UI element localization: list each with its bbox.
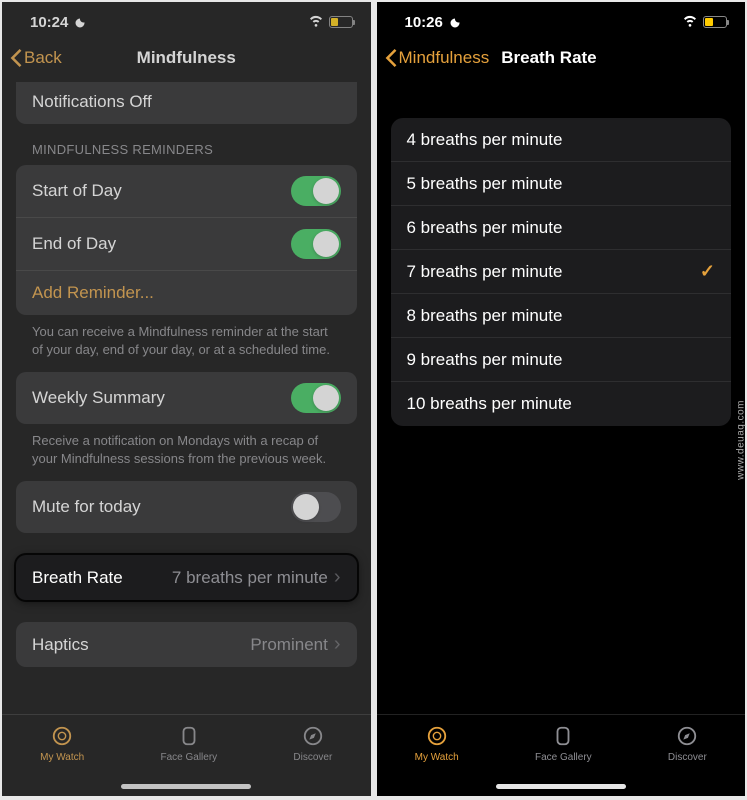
notifications-off-cell[interactable]: Notifications Off <box>16 82 357 124</box>
face-gallery-icon <box>178 723 200 749</box>
breath-rate-value: 7 breaths per minute <box>172 568 328 588</box>
breath-rate-option[interactable]: 5 breaths per minute <box>391 162 732 206</box>
breath-rate-option[interactable]: 10 breaths per minute <box>391 382 732 426</box>
compass-icon <box>676 723 698 749</box>
home-indicator[interactable] <box>496 784 626 789</box>
haptics-row[interactable]: Haptics Prominent › <box>16 622 357 667</box>
option-label: 5 breaths per minute <box>407 174 563 194</box>
breath-rate-option[interactable]: 6 breaths per minute <box>391 206 732 250</box>
weekly-summary-label: Weekly Summary <box>32 388 165 408</box>
reminders-footer: You can receive a Mindfulness reminder a… <box>16 315 357 364</box>
end-of-day-toggle[interactable] <box>291 229 341 259</box>
status-bar: 10:26 <box>377 2 746 38</box>
tab-face-gallery[interactable]: Face Gallery <box>535 723 592 763</box>
back-button[interactable]: Mindfulness <box>385 48 490 68</box>
tab-discover[interactable]: Discover <box>668 723 707 763</box>
weekly-footer: Receive a notification on Mondays with a… <box>16 424 357 473</box>
tab-label: Discover <box>293 752 332 763</box>
breath-rate-option[interactable]: 9 breaths per minute <box>391 338 732 382</box>
reminders-header: MINDFULNESS REMINDERS <box>16 124 357 165</box>
tab-label: Discover <box>668 752 707 763</box>
breath-rate-group: Breath Rate 7 breaths per minute › <box>16 555 357 600</box>
tab-my-watch[interactable]: My Watch <box>415 723 459 763</box>
content-scroll[interactable]: 4 breaths per minute 5 breaths per minute… <box>377 82 746 736</box>
compass-icon <box>302 723 324 749</box>
option-label: 4 breaths per minute <box>407 130 563 150</box>
breath-rate-row[interactable]: Breath Rate 7 breaths per minute › <box>16 555 357 600</box>
weekly-group: Weekly Summary <box>16 372 357 424</box>
breath-rate-option[interactable]: 4 breaths per minute <box>391 118 732 162</box>
nav-bar: Mindfulness Breath Rate <box>377 38 746 82</box>
haptics-group: Haptics Prominent › <box>16 622 357 667</box>
mute-today-toggle[interactable] <box>291 492 341 522</box>
start-of-day-label: Start of Day <box>32 181 122 201</box>
face-gallery-icon <box>552 723 574 749</box>
add-reminder-label: Add Reminder... <box>32 283 154 303</box>
add-reminder-row[interactable]: Add Reminder... <box>16 271 357 315</box>
do-not-disturb-icon <box>449 16 461 28</box>
watermark: www.deuaq.com <box>736 400 747 480</box>
option-label: 9 breaths per minute <box>407 350 563 370</box>
tab-face-gallery[interactable]: Face Gallery <box>160 723 217 763</box>
screenshot-mindfulness-settings: 10:24 Back Mindfulness Notifications Off… <box>2 2 371 796</box>
chevron-right-icon: › <box>334 633 341 656</box>
home-indicator[interactable] <box>121 784 251 789</box>
back-label: Back <box>24 48 62 68</box>
mute-group: Mute for today <box>16 481 357 533</box>
back-label: Mindfulness <box>399 48 490 68</box>
battery-icon <box>703 16 727 28</box>
option-label: 6 breaths per minute <box>407 218 563 238</box>
tab-label: My Watch <box>415 752 459 763</box>
status-time: 10:26 <box>405 14 443 31</box>
status-bar: 10:24 <box>2 2 371 38</box>
mute-today-row[interactable]: Mute for today <box>16 481 357 533</box>
nav-bar: Back Mindfulness <box>2 38 371 82</box>
battery-icon <box>329 16 353 28</box>
wifi-icon <box>308 12 324 32</box>
status-time: 10:24 <box>30 14 68 31</box>
tab-my-watch[interactable]: My Watch <box>40 723 84 763</box>
option-label: 8 breaths per minute <box>407 306 563 326</box>
chevron-left-icon <box>385 49 397 67</box>
start-of-day-toggle[interactable] <box>291 176 341 206</box>
watch-icon <box>426 723 448 749</box>
nav-title: Breath Rate <box>501 48 596 68</box>
tab-label: Face Gallery <box>535 752 592 763</box>
end-of-day-label: End of Day <box>32 234 116 254</box>
nav-title: Mindfulness <box>137 48 236 68</box>
chevron-right-icon: › <box>334 566 341 589</box>
reminders-group: Start of Day End of Day Add Reminder... <box>16 165 357 315</box>
breath-rate-options: 4 breaths per minute 5 breaths per minute… <box>391 118 732 426</box>
mute-today-label: Mute for today <box>32 497 141 517</box>
back-button[interactable]: Back <box>10 48 62 68</box>
chevron-left-icon <box>10 49 22 67</box>
tab-label: Face Gallery <box>160 752 217 763</box>
notifications-off-label: Notifications Off <box>32 92 152 111</box>
end-of-day-row[interactable]: End of Day <box>16 218 357 271</box>
haptics-value: Prominent <box>250 635 327 655</box>
watch-icon <box>51 723 73 749</box>
do-not-disturb-icon <box>74 16 86 28</box>
weekly-summary-row[interactable]: Weekly Summary <box>16 372 357 424</box>
breath-rate-label: Breath Rate <box>32 568 123 588</box>
content-scroll[interactable]: Notifications Off MINDFULNESS REMINDERS … <box>2 82 371 736</box>
start-of-day-row[interactable]: Start of Day <box>16 165 357 218</box>
haptics-label: Haptics <box>32 635 89 655</box>
tab-discover[interactable]: Discover <box>293 723 332 763</box>
checkmark-icon: ✓ <box>700 261 715 282</box>
option-label: 7 breaths per minute <box>407 262 563 282</box>
weekly-summary-toggle[interactable] <box>291 383 341 413</box>
tab-label: My Watch <box>40 752 84 763</box>
breath-rate-option[interactable]: 8 breaths per minute <box>391 294 732 338</box>
screenshot-breath-rate: 10:26 Mindfulness Breath Rate 4 breaths … <box>377 2 746 796</box>
wifi-icon <box>682 12 698 32</box>
breath-rate-option[interactable]: 7 breaths per minute ✓ <box>391 250 732 294</box>
option-label: 10 breaths per minute <box>407 394 572 414</box>
